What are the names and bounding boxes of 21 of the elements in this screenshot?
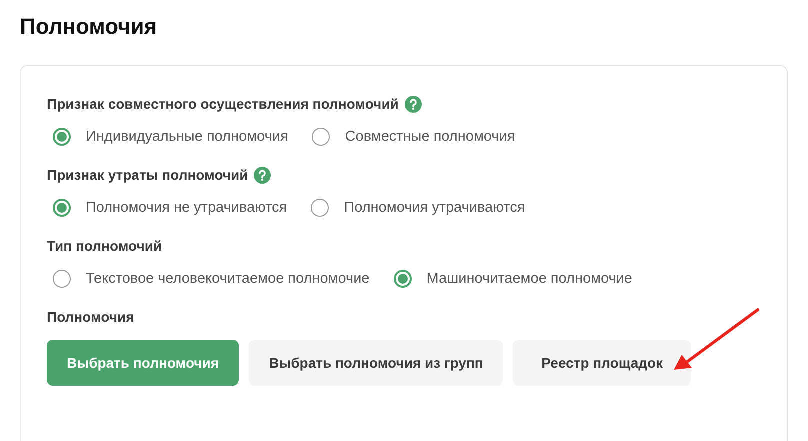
section-label: Полномочия [47,309,134,325]
radio-button[interactable] [53,199,71,217]
help-icon[interactable] [404,96,422,112]
radio-button[interactable] [312,128,330,146]
radio-label[interactable]: Индивидуальные полномочия [86,129,288,145]
radio-label[interactable]: Полномочия утрачиваются [344,200,526,216]
radio-label[interactable]: Полномочия не утрачиваются [86,200,288,216]
radio-button[interactable] [53,270,71,288]
radio-button[interactable] [53,128,71,146]
radio-button[interactable] [311,199,330,217]
group-label: Тип полномочий [47,238,162,254]
group-label: Признак совместного осуществления полномочий [47,96,399,112]
radio-button[interactable] [394,270,412,288]
radio-label[interactable]: Текстовое человекочитаемое полномочие [86,271,370,287]
group-label: Признак утраты полномочий [47,167,248,183]
action-button[interactable]: Выбрать полномочия из групп [249,340,504,386]
radio-label[interactable]: Совместные полномочия [345,129,516,145]
help-icon[interactable] [254,166,272,184]
radio-label[interactable]: Машиночитаемое полномочие [426,271,632,287]
action-button[interactable]: Реестр площадок [513,340,692,386]
page-title: Полномочия [20,14,158,40]
